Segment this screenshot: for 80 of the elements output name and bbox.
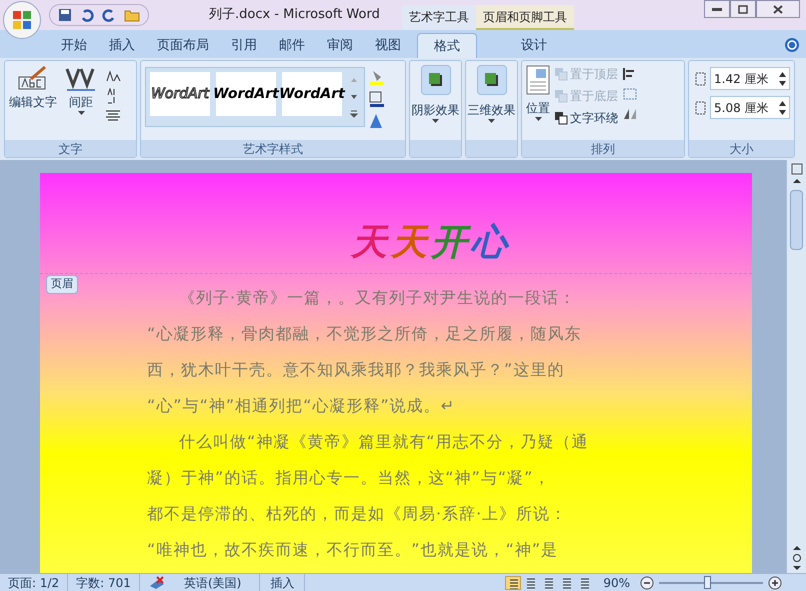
minimize-button[interactable]: [704, 0, 730, 18]
ribbon-tab[interactable]: 插入: [98, 33, 146, 58]
group-label: 艺术字样式: [243, 140, 303, 158]
arrange-option[interactable]: 文字环绕: [554, 109, 618, 127]
close-icon: [773, 4, 783, 14]
vertical-scrollbar[interactable]: [786, 160, 806, 573]
zoom-in-icon[interactable]: [768, 576, 782, 590]
ribbon-tab[interactable]: 邮件: [268, 33, 316, 58]
3d-effects-button[interactable]: 三维效果: [466, 61, 517, 123]
group-label: 大小: [730, 140, 754, 158]
scroll-up-icon[interactable]: [792, 176, 802, 186]
print-layout-icon[interactable]: [505, 576, 522, 590]
page-count[interactable]: 页面: 1/2: [0, 574, 68, 591]
language-status[interactable]: 英语(美国): [166, 574, 260, 591]
browse-object-icon[interactable]: [792, 553, 802, 563]
group-footer-bar: [466, 140, 517, 157]
shadow-effects-button[interactable]: 阴影效果: [410, 61, 461, 123]
body-text-line: “心”与“神”相通列把“心凝形释”说成。↵: [147, 395, 456, 417]
office-logo-icon: [12, 10, 32, 30]
width-icon: [693, 100, 707, 116]
body-text-line: 什么叫做“神凝《黄帝》篇里就有“用志不分，乃疑（通: [178, 431, 590, 453]
scrollbar-thumb[interactable]: [790, 190, 803, 250]
layer-stack-icon: [554, 111, 568, 125]
zoom-out-icon[interactable]: [640, 576, 654, 590]
body-text-line: “心凝形释，骨肉都融，不觉形之所倚，足之所履，随风东: [147, 323, 582, 345]
minimize-icon: [712, 8, 722, 10]
body-text-line: 西，犹木叶干壳。意不知风乘我耶？我乘风乎？”这里的: [147, 359, 566, 381]
group-label: 文字: [58, 140, 82, 158]
word-count[interactable]: 字数: 701: [68, 574, 140, 591]
spinner-icon: [779, 72, 786, 86]
spacing-button[interactable]: 间距: [65, 65, 97, 121]
contextual-tab-header: 艺术字工具: [402, 5, 476, 30]
position-button[interactable]: 位置: [526, 65, 550, 127]
insert-mode[interactable]: 插入: [260, 574, 306, 591]
help-icon[interactable]: [784, 37, 800, 53]
group-label: 排列: [591, 140, 615, 158]
height-icon: [693, 70, 707, 86]
undo-icon[interactable]: [80, 8, 94, 22]
ribbon-tab[interactable]: 视图: [364, 33, 412, 58]
office-button[interactable]: [3, 1, 41, 39]
shadow-square-icon: [428, 73, 442, 87]
dropdown-arrow-icon: [488, 119, 495, 123]
wordart-style-option[interactable]: WordArt: [150, 72, 210, 116]
restore-button[interactable]: [730, 0, 756, 18]
spinner-icon: [779, 100, 786, 114]
close-button[interactable]: [756, 0, 800, 18]
zoom-level[interactable]: 90%: [595, 574, 638, 591]
height-field[interactable]: 1.42 厘米: [710, 67, 790, 90]
dropdown-arrow-icon: [78, 111, 84, 115]
header-label: 页眉: [46, 275, 78, 294]
folder-icon[interactable]: [124, 8, 140, 22]
width-field[interactable]: 5.08 厘米: [710, 96, 790, 119]
restore-icon: [738, 4, 748, 14]
ribbon-tab[interactable]: 设计: [510, 33, 558, 58]
align-text-icon[interactable]: [105, 109, 121, 121]
previous-page-icon[interactable]: [792, 543, 802, 553]
page-picture-icon: [526, 65, 550, 95]
body-text-line: 《列子·黄帝》一篇，。又有列子对尹生说的一段话：: [178, 287, 578, 309]
layer-stack-icon: [554, 67, 568, 81]
edit-text-button[interactable]: 编辑文字: [9, 65, 57, 121]
ribbon-tab[interactable]: 页面布局: [146, 33, 220, 58]
body-text-line: 都不是停滞的、枯死的，而是如《周易·系辞·上》所说：: [147, 503, 568, 525]
dropdown-arrow-icon: [432, 119, 439, 123]
ribbon-tab[interactable]: 格式: [417, 33, 477, 58]
body-text-line: “唯神也，故不疾而速，不行而至。”也就是说，“神”是: [147, 539, 560, 561]
ribbon-tab[interactable]: 开始: [50, 33, 98, 58]
dropdown-arrow-icon: [534, 117, 542, 121]
ribbon-tab[interactable]: 审阅: [316, 33, 364, 58]
group-footer-bar: [410, 140, 461, 157]
redo-icon[interactable]: [102, 8, 116, 22]
contextual-tab-header: 页眉和页脚工具: [476, 5, 574, 30]
body-text-line: 凝）于神”的话。指用心专一。当然，这“神”与“凝”，: [147, 467, 552, 489]
group-icon[interactable]: [622, 87, 638, 101]
layer-stack-icon: [554, 89, 568, 103]
window-title: 列子.docx - Microsoft Word: [209, 6, 380, 24]
zoom-slider-thumb[interactable]: [704, 576, 711, 588]
proofing-error-icon[interactable]: [148, 576, 166, 590]
ruler-toggle-icon[interactable]: [790, 162, 804, 176]
save-icon[interactable]: [58, 8, 72, 22]
ribbon-tab[interactable]: 引用: [220, 33, 268, 58]
